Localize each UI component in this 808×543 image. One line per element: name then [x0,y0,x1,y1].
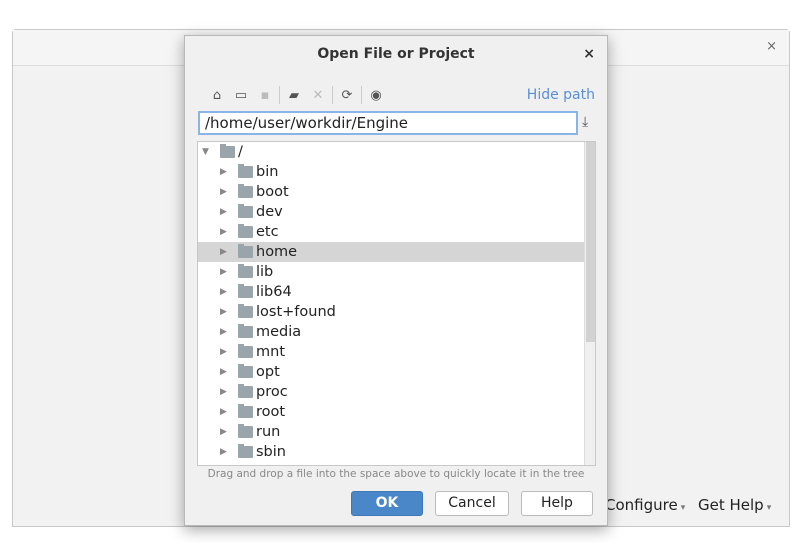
tree-item-label: sbin [256,444,286,460]
collapsed-arrow-icon[interactable]: ▶ [220,347,230,357]
desktop-icon[interactable]: ▭ [229,86,253,104]
tree-item[interactable]: ▶ boot [198,182,595,202]
ok-button[interactable]: OK [351,491,423,516]
folder-icon [220,144,235,158]
chevron-down-icon: ▾ [680,503,686,513]
collapsed-arrow-icon[interactable]: ▶ [220,207,230,217]
get-help-label: Get Help [698,496,764,514]
show-hidden-icon[interactable]: ◉ [364,86,388,104]
open-file-dialog: Open File or Project × ⌂ ▭ ▪ ▰ ✕ ⟳ ◉ Hide path… [184,35,608,526]
tree-item[interactable]: ▼ / [198,142,595,162]
toolbar-separator [332,86,333,104]
tree-item[interactable]: ▶ sbin [198,442,595,462]
tree-item-label: lib [256,264,274,280]
drag-drop-hint: Drag and drop a file into the space abov… [207,468,585,480]
tree-item[interactable]: ▶ lost+found [198,302,595,322]
collapsed-arrow-icon[interactable]: ▶ [220,327,230,337]
folder-icon [238,444,253,458]
tree-item-label: / [238,144,243,160]
folder-icon [238,404,253,418]
tree-item-label: lib64 [256,284,292,300]
tree-item[interactable]: ▶ lib [198,262,595,282]
close-icon[interactable]: × [583,36,595,73]
tree-item[interactable]: ▶ dev [198,202,595,222]
tree-item[interactable]: ▶ mnt [198,342,595,362]
toolbar-separator [361,86,362,104]
expanded-arrow-icon[interactable]: ▼ [202,147,212,157]
collapsed-arrow-icon[interactable]: ▶ [220,407,230,417]
folder-icon [238,304,253,318]
new-folder-icon[interactable]: ▰ [282,86,306,104]
folder-icon [238,424,253,438]
collapsed-arrow-icon[interactable]: ▶ [220,447,230,457]
tree-item[interactable]: ▶ lib64 [198,282,595,302]
tree-item[interactable]: ▶ opt [198,362,595,382]
toolbar: ⌂ ▭ ▪ ▰ ✕ ⟳ ◉ [205,86,388,104]
folder-icon [238,384,253,398]
tree-item-label: proc [256,384,288,400]
folder-icon [238,264,253,278]
collapsed-arrow-icon[interactable]: ▶ [220,287,230,297]
collapsed-arrow-icon[interactable]: ▶ [220,167,230,177]
download-icon[interactable]: ⤓ [582,114,588,130]
collapsed-arrow-icon[interactable]: ▶ [220,387,230,397]
collapsed-arrow-icon[interactable]: ▶ [220,367,230,377]
scrollbar[interactable] [584,142,595,465]
dialog-title-bar: Open File or Project × [185,36,607,73]
tree-item-label: home [256,244,298,260]
folder-icon [238,244,253,258]
configure-menu[interactable]: Configure ▾ [605,496,685,514]
window-close-button[interactable]: × [766,39,777,54]
delete-icon[interactable]: ✕ [306,86,330,104]
tree-item[interactable]: ▶ run [198,422,595,442]
tree-item-label: bin [256,164,279,180]
chevron-down-icon: ▾ [766,503,772,513]
collapsed-arrow-icon[interactable]: ▶ [220,187,230,197]
folder-icon [238,364,253,378]
scrollbar-thumb[interactable] [586,142,595,342]
toolbar-separator [279,86,280,104]
collapsed-arrow-icon[interactable]: ▶ [220,427,230,437]
tree-item-label: media [256,324,302,340]
path-input[interactable] [198,111,578,135]
get-help-menu[interactable]: Get Help ▾ [698,496,771,514]
tree-item[interactable]: ▶ etc [198,222,595,242]
tree-item-label: opt [256,364,280,380]
file-tree[interactable]: ▼ / ▶ bin ▶ boot ▶ dev ▶ etc ▶ home ▶ lib ▶ lib64 ▶ lost+… [197,141,596,466]
tree-item-label: lost+found [256,304,336,320]
configure-label: Configure [605,496,678,514]
tree-item-label: root [256,404,286,420]
tree-item-label: dev [256,204,283,220]
tree-item[interactable]: ▶ media [198,322,595,342]
folder-icon [238,284,253,298]
collapsed-arrow-icon[interactable]: ▶ [220,267,230,277]
folder-icon [238,224,253,238]
tree-item-label: etc [256,224,279,240]
tree-item-label: mnt [256,344,285,360]
tree-item[interactable]: ▶ bin [198,162,595,182]
folder-icon [238,204,253,218]
folder-icon [238,344,253,358]
tree-item[interactable]: ▶ root [198,402,595,422]
collapsed-arrow-icon[interactable]: ▶ [220,247,230,257]
refresh-icon[interactable]: ⟳ [335,86,359,104]
folder-icon [238,184,253,198]
collapsed-arrow-icon[interactable]: ▶ [220,307,230,317]
tree-item[interactable]: ▶ home [198,242,595,262]
hide-path-link[interactable]: Hide path [527,87,595,103]
folder-icon [238,324,253,338]
dialog-title: Open File or Project [317,46,475,62]
tree-item-label: boot [256,184,289,200]
help-button[interactable]: Help [521,491,593,516]
tree-item-label: run [256,424,281,440]
cancel-button[interactable]: Cancel [435,491,509,516]
folder-icon [238,164,253,178]
home-icon[interactable]: ⌂ [205,86,229,104]
tree-item[interactable]: ▶ proc [198,382,595,402]
collapsed-arrow-icon[interactable]: ▶ [220,227,230,237]
project-folder-icon[interactable]: ▪ [253,86,277,104]
